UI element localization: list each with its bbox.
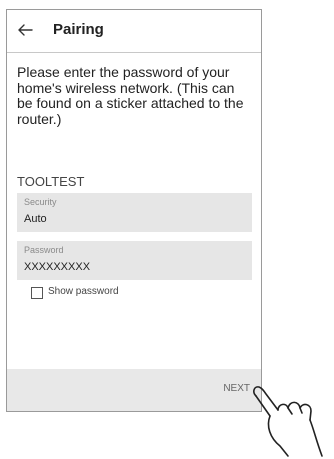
app-bar: Pairing	[7, 10, 261, 53]
footer-bar: NEXT	[7, 369, 261, 411]
password-field-value[interactable]: XXXXXXXXX	[24, 261, 90, 273]
network-name: TOOLTEST	[17, 174, 85, 189]
tapping-hand-icon	[253, 386, 323, 457]
security-field-label: Security	[24, 197, 57, 207]
page-title: Pairing	[53, 21, 104, 38]
security-field-value: Auto	[24, 213, 47, 225]
show-password-label: Show password	[48, 286, 119, 297]
password-field-label: Password	[24, 245, 64, 255]
next-button[interactable]: NEXT	[223, 383, 250, 394]
phone-screen: Pairing Please enter the password of you…	[6, 9, 262, 412]
password-field[interactable]: Password XXXXXXXXX	[17, 241, 252, 280]
security-field[interactable]: Security Auto	[17, 193, 252, 232]
show-password-checkbox[interactable]	[31, 287, 43, 299]
arrow-left-icon[interactable]	[15, 20, 35, 40]
instructions-text: Please enter the password of your home's…	[17, 64, 244, 127]
pairing-content: Please enter the password of your home's…	[7, 53, 261, 369]
